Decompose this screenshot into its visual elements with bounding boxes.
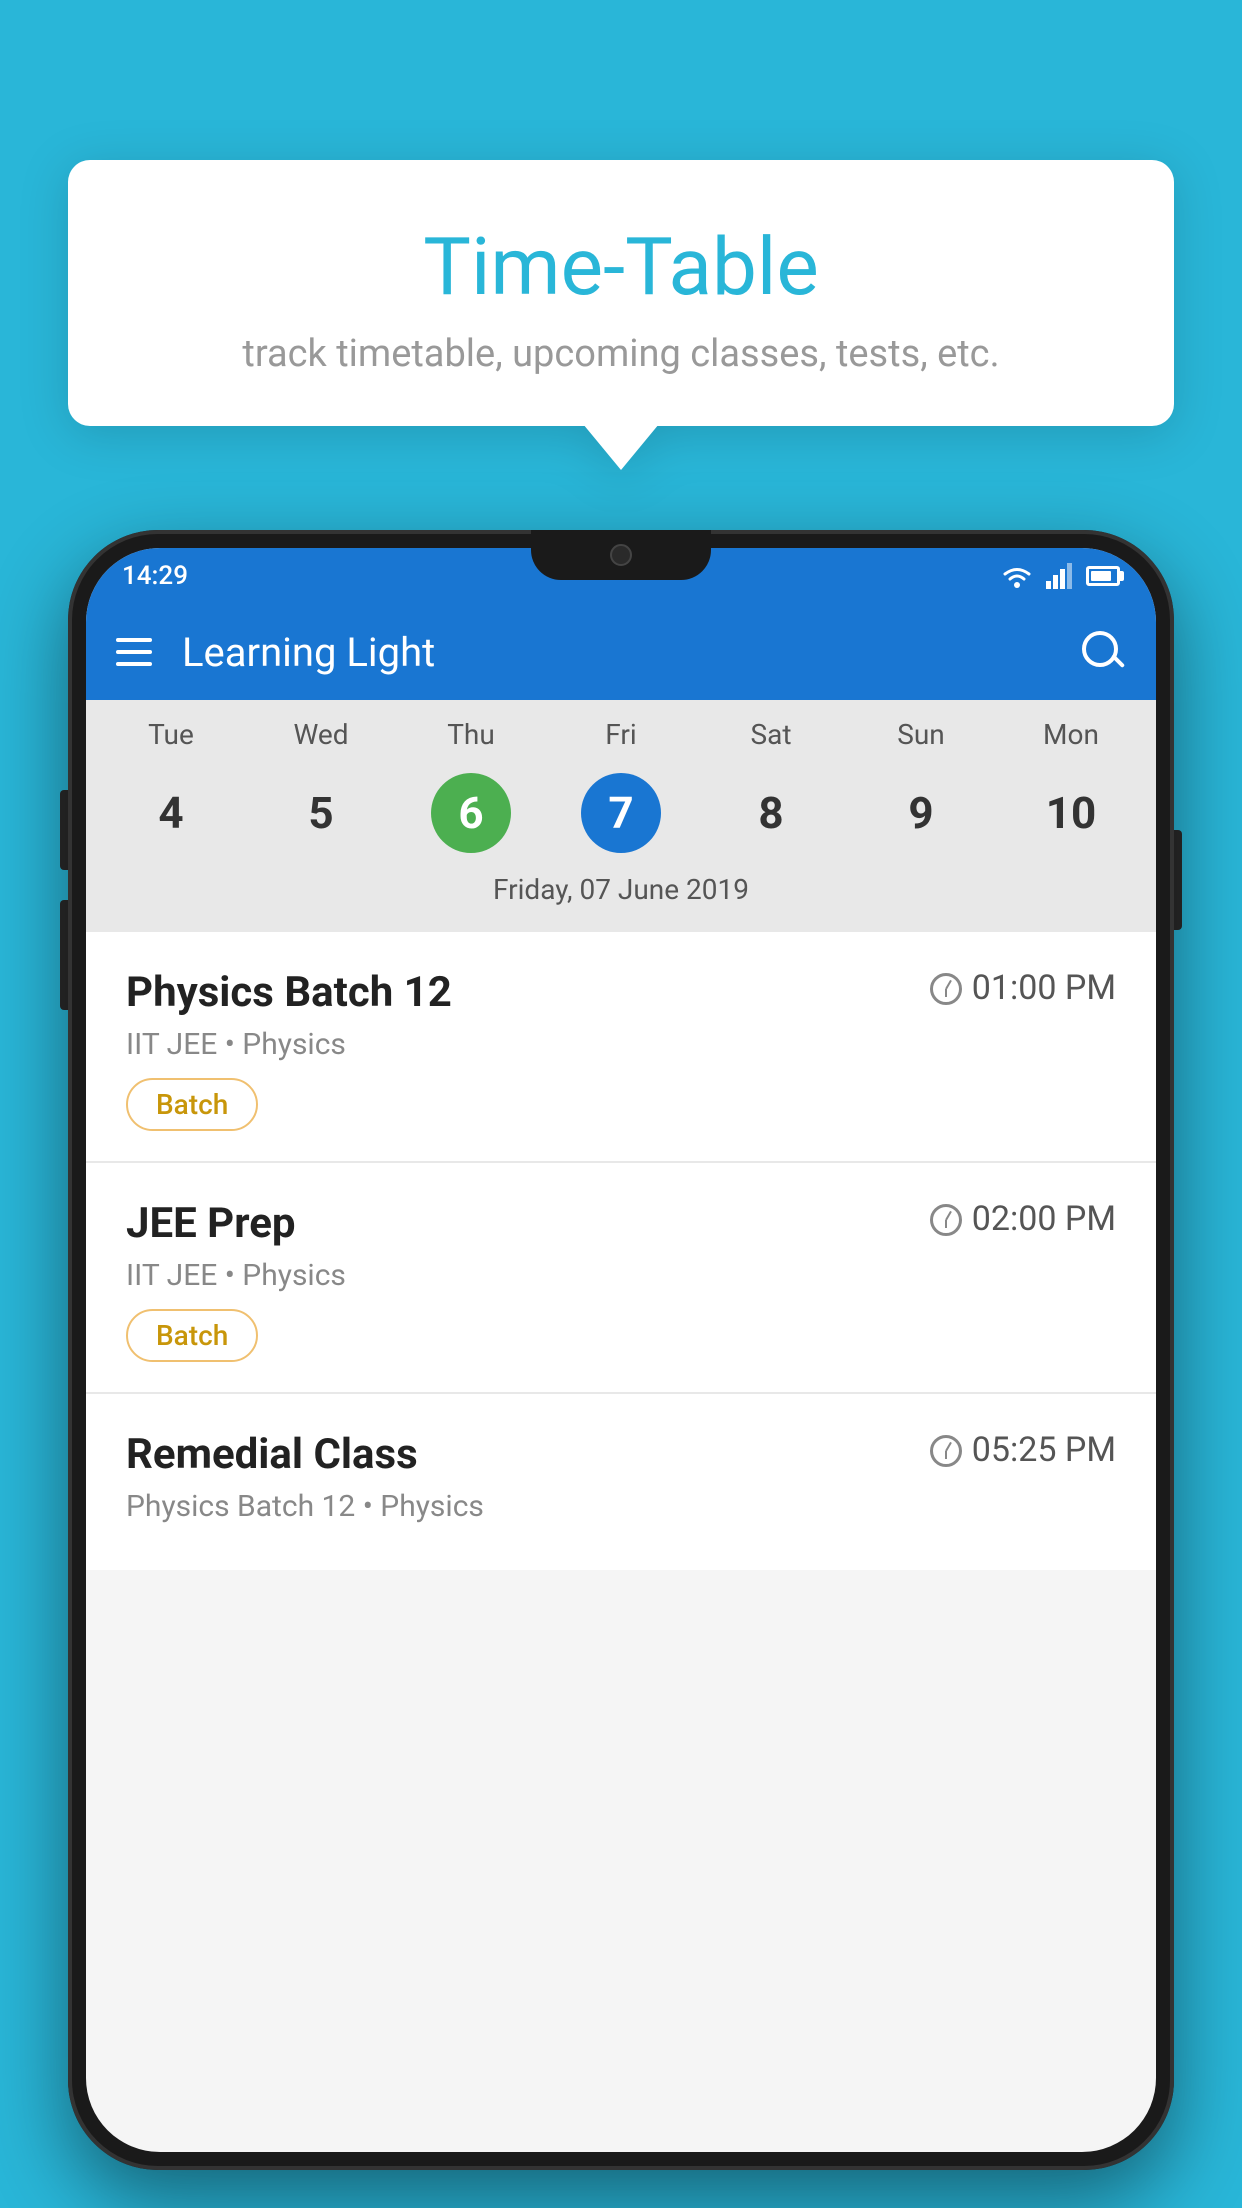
schedule-time: 05:25 PM xyxy=(930,1430,1116,1470)
calendar-section: Tue Wed Thu Fri Sat xyxy=(86,700,1156,932)
weekday-row: Tue Wed Thu Fri Sat xyxy=(86,700,1156,767)
schedule-item-physics-batch-12[interactable]: Physics Batch 12 01:00 PM IIT JEE • Phys… xyxy=(86,932,1156,1163)
clock-icon xyxy=(930,1435,962,1467)
weekday-fri: Fri xyxy=(556,718,686,761)
signal-icon xyxy=(1046,563,1074,589)
schedule-subtitle: Physics Batch 12 • Physics xyxy=(126,1489,1116,1524)
phone-mockup: 14:29 xyxy=(68,530,1174,2170)
date-7-selected[interactable]: 7 xyxy=(556,773,686,853)
schedule-title: JEE Prep xyxy=(126,1199,296,1248)
schedule-item-remedial-class[interactable]: Remedial Class 05:25 PM Physics Batch 12… xyxy=(86,1394,1156,1570)
weekday-mon: Mon xyxy=(1006,718,1136,761)
weekday-thu: Thu xyxy=(406,718,536,761)
date-8[interactable]: 8 xyxy=(706,773,836,853)
tooltip-subtitle: track timetable, upcoming classes, tests… xyxy=(118,332,1124,376)
search-button[interactable] xyxy=(1080,629,1126,675)
date-row: 4 5 6 7 8 xyxy=(86,767,1156,867)
schedule-title: Remedial Class xyxy=(126,1430,418,1479)
tooltip-card: Time-Table track timetable, upcoming cla… xyxy=(68,160,1174,426)
clock-icon xyxy=(930,1204,962,1236)
schedule-subtitle: IIT JEE • Physics xyxy=(126,1258,1116,1293)
schedule-time: 01:00 PM xyxy=(930,968,1116,1008)
schedule-subtitle: IIT JEE • Physics xyxy=(126,1027,1116,1062)
date-4[interactable]: 4 xyxy=(106,773,236,853)
status-icons xyxy=(1000,563,1120,589)
app-header: Learning Light xyxy=(86,604,1156,700)
date-6-today[interactable]: 6 xyxy=(406,773,536,853)
batch-badge: Batch xyxy=(126,1309,258,1362)
weekday-sat: Sat xyxy=(706,718,836,761)
weekday-sun: Sun xyxy=(856,718,986,761)
front-camera xyxy=(610,544,632,566)
battery-icon xyxy=(1086,566,1120,586)
date-5[interactable]: 5 xyxy=(256,773,386,853)
weekday-wed: Wed xyxy=(256,718,386,761)
tooltip-title: Time-Table xyxy=(118,220,1124,314)
date-10[interactable]: 10 xyxy=(1006,773,1136,853)
weekday-tue: Tue xyxy=(106,718,236,761)
phone-frame: 14:29 xyxy=(68,530,1174,2170)
schedule-time: 02:00 PM xyxy=(930,1199,1116,1239)
clock-icon xyxy=(930,973,962,1005)
status-time: 14:29 xyxy=(122,561,188,591)
schedule-item-jee-prep[interactable]: JEE Prep 02:00 PM IIT JEE • Physics Batc… xyxy=(86,1163,1156,1394)
app-title: Learning Light xyxy=(182,629,1080,676)
phone-notch xyxy=(531,530,711,580)
date-9[interactable]: 9 xyxy=(856,773,986,853)
phone-screen: 14:29 xyxy=(86,548,1156,2152)
wifi-icon xyxy=(1000,563,1034,589)
schedule-list: Physics Batch 12 01:00 PM IIT JEE • Phys… xyxy=(86,932,1156,1570)
batch-badge: Batch xyxy=(126,1078,258,1131)
schedule-title: Physics Batch 12 xyxy=(126,968,452,1017)
selected-date-label: Friday, 07 June 2019 xyxy=(86,867,1156,920)
hamburger-menu-icon[interactable] xyxy=(116,638,152,666)
